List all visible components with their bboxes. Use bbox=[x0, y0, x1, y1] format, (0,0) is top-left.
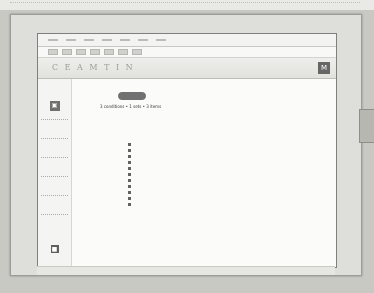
bullet-icon bbox=[128, 197, 131, 200]
result-item[interactable] bbox=[128, 149, 298, 152]
menu-item[interactable] bbox=[120, 39, 130, 41]
toolbar-button[interactable] bbox=[104, 49, 114, 55]
menu-item[interactable] bbox=[102, 39, 112, 41]
bullet-icon bbox=[128, 155, 131, 158]
main-content: 3 conditions • 1 sets • 3 items bbox=[72, 79, 336, 267]
toolbar-button[interactable] bbox=[48, 49, 58, 55]
results-list bbox=[128, 143, 298, 209]
toolbar-button[interactable] bbox=[132, 49, 142, 55]
bullet-icon bbox=[128, 179, 131, 182]
bullet-icon bbox=[128, 203, 131, 206]
result-item[interactable] bbox=[128, 185, 298, 188]
page-layout: ▣ ■ 3 conditions • 1 sets • 3 items bbox=[38, 79, 336, 267]
menu-item[interactable] bbox=[48, 39, 58, 41]
toolbar-button[interactable] bbox=[62, 49, 72, 55]
section-header bbox=[118, 92, 146, 100]
result-item[interactable] bbox=[128, 161, 298, 164]
menu-item[interactable] bbox=[156, 39, 166, 41]
menu-bar bbox=[38, 34, 336, 47]
footer-links bbox=[206, 230, 336, 232]
sidebar-item[interactable] bbox=[41, 157, 68, 168]
result-item[interactable] bbox=[128, 203, 298, 206]
browser-screen: C E A M T I N M ▣ ■ 3 conditions • 1 set… bbox=[37, 33, 337, 268]
sidebar-item[interactable] bbox=[41, 176, 68, 187]
browser-toolbar bbox=[38, 47, 336, 58]
bullet-icon bbox=[128, 185, 131, 188]
bullet-icon bbox=[128, 149, 131, 152]
status-strip bbox=[37, 266, 335, 275]
sidebar-item[interactable] bbox=[41, 119, 68, 130]
bullet-icon bbox=[128, 143, 131, 146]
result-item[interactable] bbox=[128, 179, 298, 182]
home-icon[interactable]: ▣ bbox=[49, 101, 60, 111]
result-item[interactable] bbox=[128, 197, 298, 200]
sidebar-item[interactable] bbox=[41, 195, 68, 206]
toolbar-button[interactable] bbox=[118, 49, 128, 55]
screen-caption bbox=[10, 2, 360, 7]
result-item[interactable] bbox=[128, 143, 298, 146]
menu-item[interactable] bbox=[138, 39, 148, 41]
monitor-bezel: C E A M T I N M ▣ ■ 3 conditions • 1 set… bbox=[10, 14, 374, 276]
site-banner: C E A M T I N M bbox=[38, 58, 336, 79]
query-summary: 3 conditions • 1 sets • 3 items bbox=[100, 104, 162, 109]
monitor-side-rail bbox=[359, 109, 374, 143]
sidebar-item[interactable] bbox=[41, 138, 68, 149]
toolbar-button[interactable] bbox=[90, 49, 100, 55]
bullet-icon bbox=[128, 191, 131, 194]
site-logo[interactable]: M bbox=[318, 62, 330, 74]
banner-title: C E A M T I N bbox=[52, 63, 135, 72]
result-item[interactable] bbox=[128, 167, 298, 170]
sidebar-item[interactable] bbox=[41, 214, 68, 225]
result-item[interactable] bbox=[128, 173, 298, 176]
result-item[interactable] bbox=[128, 155, 298, 158]
bullet-icon bbox=[128, 173, 131, 176]
menu-item[interactable] bbox=[66, 39, 76, 41]
result-item[interactable] bbox=[128, 191, 298, 194]
sidebar: ▣ ■ bbox=[38, 79, 72, 267]
bullet-icon bbox=[128, 167, 131, 170]
menu-item[interactable] bbox=[84, 39, 94, 41]
toolbar-button[interactable] bbox=[76, 49, 86, 55]
bullet-icon bbox=[128, 161, 131, 164]
tool-icon[interactable]: ■ bbox=[50, 245, 59, 253]
